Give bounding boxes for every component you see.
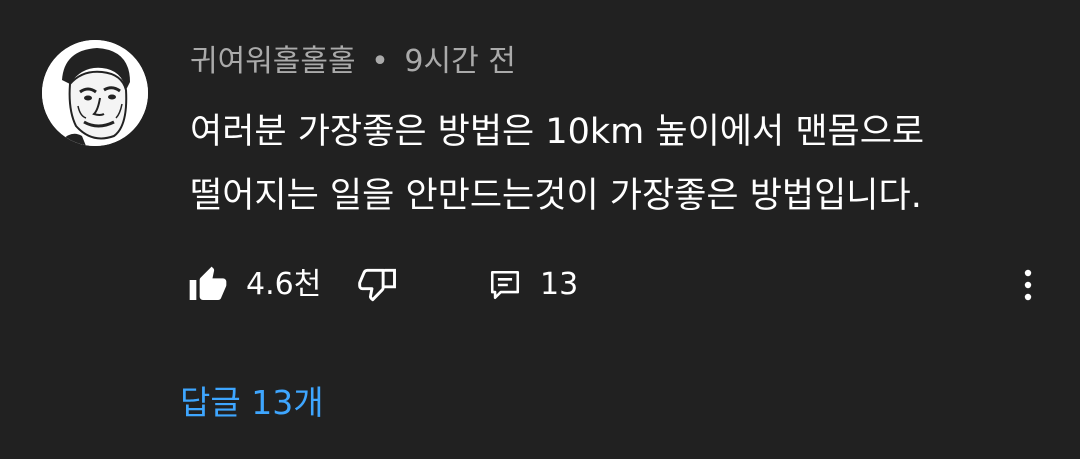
like-button[interactable]: 4.6천 (188, 260, 321, 310)
comment-actions: 4.6천 13 (188, 260, 1048, 310)
reply-button[interactable] (488, 260, 522, 310)
reply-count-button[interactable]: 13 (540, 260, 578, 310)
comment-meta: 귀여워홀홀홀 • 9시간 전 (190, 40, 516, 84)
like-count: 4.6천 (246, 267, 322, 302)
avatar[interactable] (42, 40, 148, 146)
timestamp[interactable]: 9시간 전 (404, 44, 515, 79)
thumbs-up-icon (189, 266, 227, 300)
comment-text: 여러분 가장좋은 방법은 10km 높이에서 맨몸으로 떨어지는 일을 안만드는… (190, 112, 925, 216)
thumbs-down-icon (358, 268, 396, 302)
more-vert-icon (1024, 269, 1032, 301)
more-actions-button[interactable] (1020, 260, 1036, 310)
author-name[interactable]: 귀여워홀홀홀 (190, 44, 356, 79)
meta-separator: • (371, 44, 389, 79)
avatar-illustration-icon (42, 40, 148, 146)
dislike-button[interactable] (356, 260, 400, 310)
reply-icon (490, 270, 520, 300)
reply-count: 13 (540, 267, 579, 302)
view-replies-link[interactable]: 답글 13개 (180, 378, 324, 428)
